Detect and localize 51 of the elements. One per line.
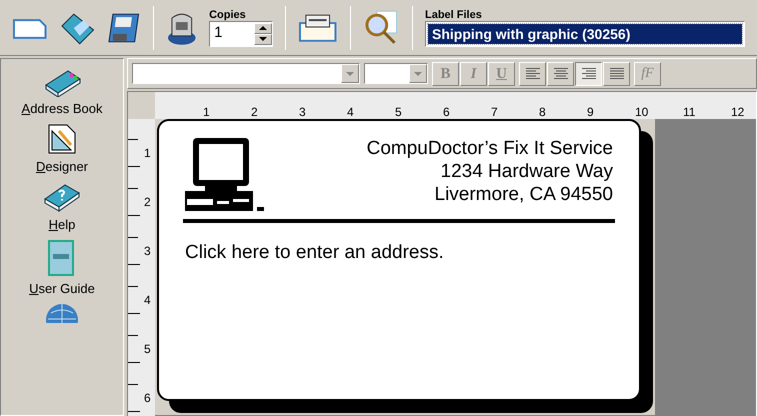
return-address-line: CompuDoctor’s Fix It Service	[366, 137, 613, 160]
ruler-number: 8	[539, 105, 546, 119]
ruler-number: 7	[491, 105, 498, 119]
align-right-button[interactable]	[575, 62, 602, 86]
sidebar-item[interactable]: Designer	[36, 159, 88, 175]
ruler-number: 9	[587, 105, 594, 119]
spin-down-button[interactable]	[254, 34, 272, 44]
globe-icon	[45, 303, 79, 323]
manual-icon	[46, 239, 77, 277]
address-prompt[interactable]: Click here to enter an address.	[185, 241, 613, 264]
dropdown-arrow-icon	[414, 72, 422, 76]
sidebar-item[interactable]: User Guide	[29, 281, 95, 297]
ruler-number: 4	[347, 105, 354, 119]
ruler-number: 10	[635, 105, 648, 119]
ruler-number: 12	[731, 105, 744, 119]
magnifier-icon[interactable]	[362, 8, 400, 46]
return-address-line: 1234 Hardware Way	[440, 160, 613, 183]
ruler-number: 3	[299, 105, 306, 119]
ruler-number: 2	[251, 105, 258, 119]
sidebar-item[interactable]: Address Book	[22, 101, 102, 117]
align-center-button[interactable]	[547, 62, 574, 86]
ruler-number: 5	[395, 105, 402, 119]
font-name-dropdown[interactable]	[132, 63, 360, 84]
align-justify-button[interactable]	[603, 62, 630, 86]
align-icon	[524, 67, 540, 80]
tray-icon[interactable]	[298, 12, 338, 42]
copies-spinner[interactable]: 1	[209, 20, 274, 46]
return-address-line: Livermore, CA 94550	[434, 183, 613, 206]
ruler-number: 2	[144, 195, 151, 209]
copies-label: Copies	[209, 8, 246, 20]
ruler-number: 11	[683, 105, 696, 119]
label-files-label: Label Files	[425, 8, 482, 20]
copies-value: 1	[213, 23, 224, 44]
ruler-number: 1	[144, 146, 151, 160]
ruler-number: 6	[443, 105, 450, 119]
ruler-number: 1	[203, 105, 210, 119]
sidebar-item[interactable]: Help	[48, 217, 76, 233]
font-size-dropdown[interactable]	[364, 63, 428, 84]
align-icon	[552, 67, 568, 80]
ruler-number: 3	[144, 244, 151, 258]
ruler-number: 5	[144, 342, 151, 356]
align-left-button[interactable]	[519, 62, 546, 86]
align-icon	[608, 67, 624, 80]
spin-up-button[interactable]	[254, 22, 272, 34]
align-icon	[580, 67, 596, 80]
ruler-number: 4	[144, 293, 151, 307]
ruler-number: 6	[144, 391, 151, 405]
drafting-triangle-icon	[47, 123, 77, 155]
dropdown-arrow-icon	[346, 72, 354, 76]
up-arrow-icon	[259, 26, 268, 30]
down-arrow-icon	[259, 37, 268, 41]
